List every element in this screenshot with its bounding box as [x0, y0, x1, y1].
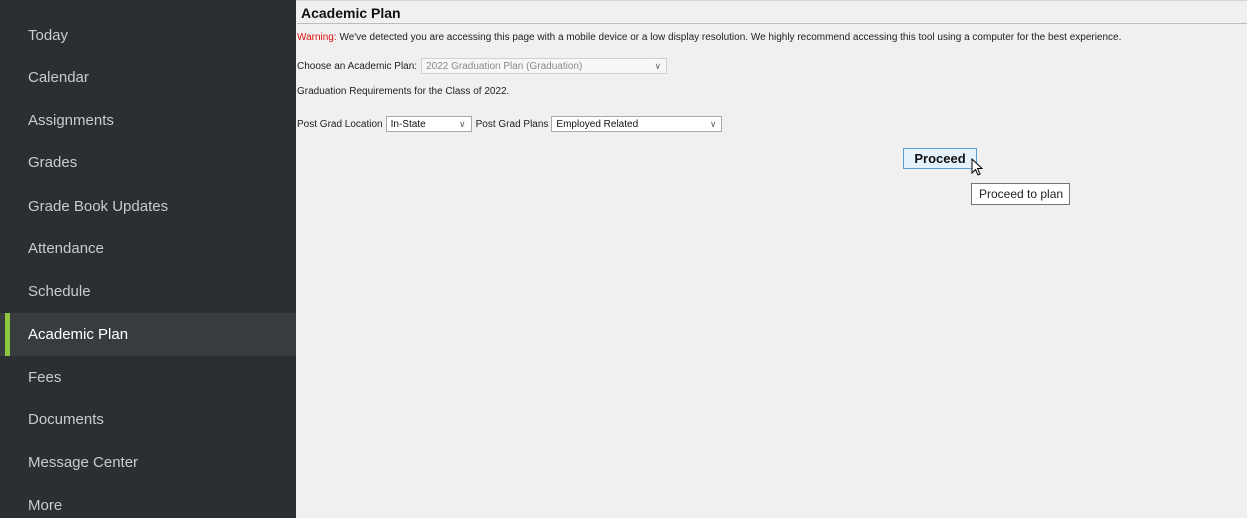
warning-message: Warning: We've detected you are accessin…: [297, 32, 1121, 43]
academic-plan-select-value: 2022 Graduation Plan (Graduation): [426, 60, 583, 72]
right-gutter: [1247, 0, 1251, 518]
post-grad-plans-value: Employed Related: [556, 118, 639, 130]
warning-text: We've detected you are accessing this pa…: [339, 32, 1122, 43]
choose-plan-row: Choose an Academic Plan: 2022 Graduation…: [297, 58, 668, 74]
warning-label: Warning:: [297, 32, 337, 43]
chevron-down-icon: ∨: [709, 118, 717, 129]
page-title: Academic Plan: [301, 5, 401, 21]
tooltip-text: Proceed to plan: [979, 187, 1064, 201]
sidebar-item-grade-book-updates[interactable]: Grade Book Updates: [0, 185, 296, 228]
post-grad-location-label: Post Grad Location: [297, 118, 383, 130]
proceed-tooltip: Proceed to plan: [971, 183, 1070, 205]
sidebar-item-today[interactable]: Today: [0, 14, 296, 57]
sidebar-item-label: Assignments: [28, 112, 114, 129]
post-grad-location-select[interactable]: In-State ∨: [385, 116, 472, 132]
choose-plan-label: Choose an Academic Plan:: [297, 60, 418, 72]
sidebar-item-label: Fees: [28, 369, 62, 386]
sidebar-item-assignments[interactable]: Assignments: [0, 99, 296, 142]
sidebar-nav: Today Calendar Assignments Grades Grade …: [0, 0, 296, 518]
sidebar-item-label: Grades: [28, 154, 78, 171]
sidebar-item-message-center[interactable]: Message Center: [0, 441, 296, 484]
sidebar-item-academic-plan[interactable]: Academic Plan: [0, 313, 296, 356]
post-grad-plans-select[interactable]: Employed Related ∨: [551, 116, 723, 132]
sidebar-item-grades[interactable]: Grades: [0, 141, 296, 184]
requirements-label: Graduation Requirements for the Class of…: [297, 86, 510, 97]
sidebar-item-label: Academic Plan: [28, 326, 129, 343]
requirements-text: Graduation Requirements for the Class of…: [297, 86, 509, 97]
sidebar-item-fees[interactable]: Fees: [0, 356, 296, 399]
sidebar-item-label: Grade Book Updates: [28, 198, 169, 215]
sidebar-item-label: Calendar: [28, 69, 89, 86]
chevron-down-icon: ∨: [654, 60, 662, 71]
sidebar-item-label: More: [28, 497, 63, 514]
sidebar-item-label: Schedule: [28, 283, 91, 300]
sidebar-item-documents[interactable]: Documents: [0, 398, 296, 441]
sidebar-item-schedule[interactable]: Schedule: [0, 270, 296, 313]
sidebar-item-label: Documents: [28, 411, 104, 428]
sidebar-item-more[interactable]: More: [0, 484, 296, 518]
post-grad-plans-label: Post Grad Plans: [475, 118, 549, 130]
sidebar-item-attendance[interactable]: Attendance: [0, 227, 296, 270]
proceed-button[interactable]: Proceed: [903, 148, 977, 169]
title-divider: [297, 23, 1247, 24]
sidebar-item-label: Today: [28, 27, 69, 44]
post-grad-row: Post Grad Location In-State ∨ Post Grad …: [297, 116, 723, 132]
mouse-pointer-icon: [971, 158, 983, 176]
proceed-button-label: Proceed: [914, 151, 966, 166]
sidebar-item-calendar[interactable]: Calendar: [0, 56, 296, 99]
main-content: Academic Plan Warning: We've detected yo…: [296, 0, 1251, 518]
post-grad-location-value: In-State: [390, 118, 426, 130]
sidebar-item-label: Message Center: [28, 454, 139, 471]
sidebar-item-label: Attendance: [28, 240, 104, 257]
app-window: Today Calendar Assignments Grades Grade …: [0, 0, 1251, 518]
academic-plan-select[interactable]: 2022 Graduation Plan (Graduation) ∨: [421, 58, 668, 74]
chevron-down-icon: ∨: [459, 118, 466, 129]
